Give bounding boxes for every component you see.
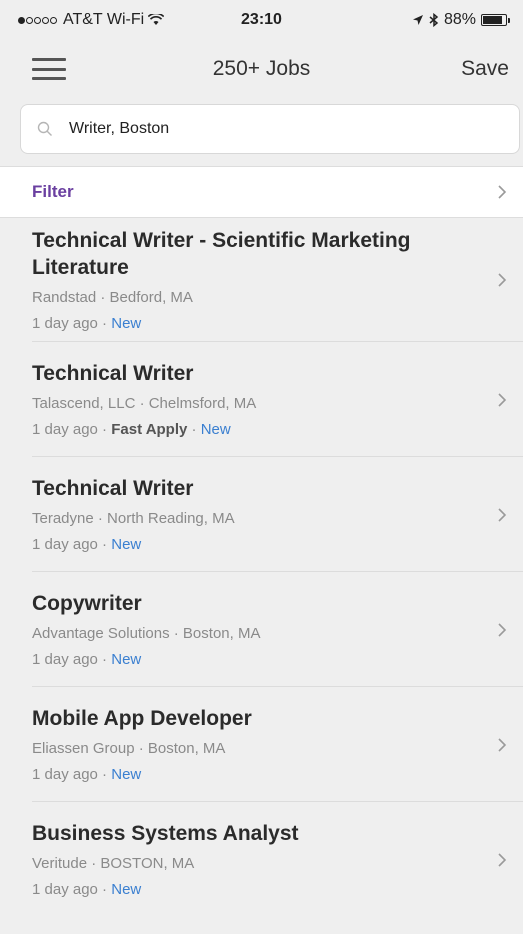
job-meta: 1 day ago · New	[32, 651, 142, 668]
job-list: Technical Writer - Scientific Marketing …	[0, 218, 523, 917]
carrier-label: AT&T Wi-Fi	[63, 11, 145, 28]
job-list-item[interactable]: Technical Writer Teradyne · North Readin…	[0, 457, 523, 572]
nav-bar: 250+ Jobs Save	[0, 40, 523, 98]
job-posted: 1 day ago	[32, 766, 98, 783]
new-badge: New	[200, 421, 231, 438]
signal-strength-icon	[18, 16, 57, 24]
new-badge: New	[111, 651, 142, 668]
job-text: Business Systems Analyst Veritude · BOST…	[32, 820, 497, 899]
chevron-right-icon	[498, 273, 507, 287]
job-posted: 1 day ago	[32, 881, 98, 898]
filter-label: Filter	[32, 182, 74, 201]
status-left: AT&T Wi-Fi	[18, 11, 165, 29]
battery-percent: 88%	[443, 11, 476, 28]
chevron-right-icon	[498, 392, 507, 407]
status-right: 88%	[412, 11, 510, 29]
job-company-location: Veritude · BOSTON, MA	[32, 855, 195, 872]
job-text: Copywriter Advantage Solutions · Boston,…	[32, 590, 497, 669]
search-icon	[37, 121, 52, 136]
new-badge: New	[111, 536, 142, 553]
chevron-right-icon	[498, 622, 507, 637]
job-title: Mobile App Developer	[32, 707, 252, 730]
job-meta: 1 day ago · New	[32, 536, 142, 553]
chevron-right-icon	[498, 852, 507, 867]
job-posted: 1 day ago	[32, 315, 98, 332]
status-bar: AT&T Wi-Fi 23:10 88%	[0, 0, 523, 40]
job-title: Technical Writer - Scientific Marketing …	[32, 229, 411, 279]
new-badge: New	[111, 881, 142, 898]
search-input[interactable]	[69, 120, 503, 138]
job-company-location: Advantage Solutions · Boston, MA	[32, 625, 261, 642]
job-company-location: Talascend, LLC · Chelmsford, MA	[32, 395, 257, 412]
job-list-item[interactable]: Technical Writer Talascend, LLC · Chelms…	[0, 342, 523, 457]
job-text: Technical Writer Talascend, LLC · Chelms…	[32, 360, 497, 439]
new-badge: New	[111, 315, 142, 332]
page-title: 250+ Jobs	[212, 57, 311, 80]
battery-icon	[481, 14, 510, 26]
job-company-location: Randstad · Bedford, MA	[32, 289, 193, 306]
job-company-location: Eliassen Group · Boston, MA	[32, 740, 226, 757]
job-company-location: Teradyne · North Reading, MA	[32, 510, 235, 527]
job-meta: 1 day ago · Fast Apply · New	[32, 421, 231, 438]
location-arrow-icon	[412, 15, 423, 25]
chevron-right-icon	[498, 185, 507, 199]
job-posted: 1 day ago	[32, 421, 98, 438]
chevron-right-icon	[498, 737, 507, 752]
new-badge: New	[111, 766, 142, 783]
job-title: Business Systems Analyst	[32, 822, 299, 845]
bluetooth-icon	[429, 13, 439, 27]
job-title: Copywriter	[32, 592, 142, 615]
hamburger-menu-icon[interactable]	[32, 58, 66, 80]
job-search-screen: AT&T Wi-Fi 23:10 88% 250+ Jobs Save Writ…	[0, 0, 523, 934]
job-meta: 1 day ago · New	[32, 315, 142, 332]
wifi-icon	[148, 14, 165, 25]
save-button[interactable]: Save	[461, 57, 509, 81]
filter-row[interactable]: Filter	[0, 166, 523, 218]
job-posted: 1 day ago	[32, 651, 98, 668]
job-list-item[interactable]: Copywriter Advantage Solutions · Boston,…	[0, 572, 523, 687]
job-text: Technical Writer Teradyne · North Readin…	[32, 475, 497, 554]
job-posted: 1 day ago	[32, 536, 98, 553]
job-list-item[interactable]: Technical Writer - Scientific Marketing …	[0, 218, 523, 342]
fast-apply-tag: Fast Apply	[111, 421, 188, 438]
job-meta: 1 day ago · New	[32, 766, 142, 783]
job-text: Mobile App Developer Eliassen Group · Bo…	[32, 705, 497, 784]
chevron-right-icon	[498, 507, 507, 522]
job-meta: 1 day ago · New	[32, 881, 142, 898]
job-list-item[interactable]: Business Systems Analyst Veritude · BOST…	[0, 802, 523, 917]
job-title: Technical Writer	[32, 477, 194, 500]
job-text: Technical Writer - Scientific Marketing …	[32, 227, 497, 333]
job-list-item[interactable]: Mobile App Developer Eliassen Group · Bo…	[0, 687, 523, 802]
job-title: Technical Writer	[32, 362, 194, 385]
search-bar[interactable]	[20, 104, 520, 154]
